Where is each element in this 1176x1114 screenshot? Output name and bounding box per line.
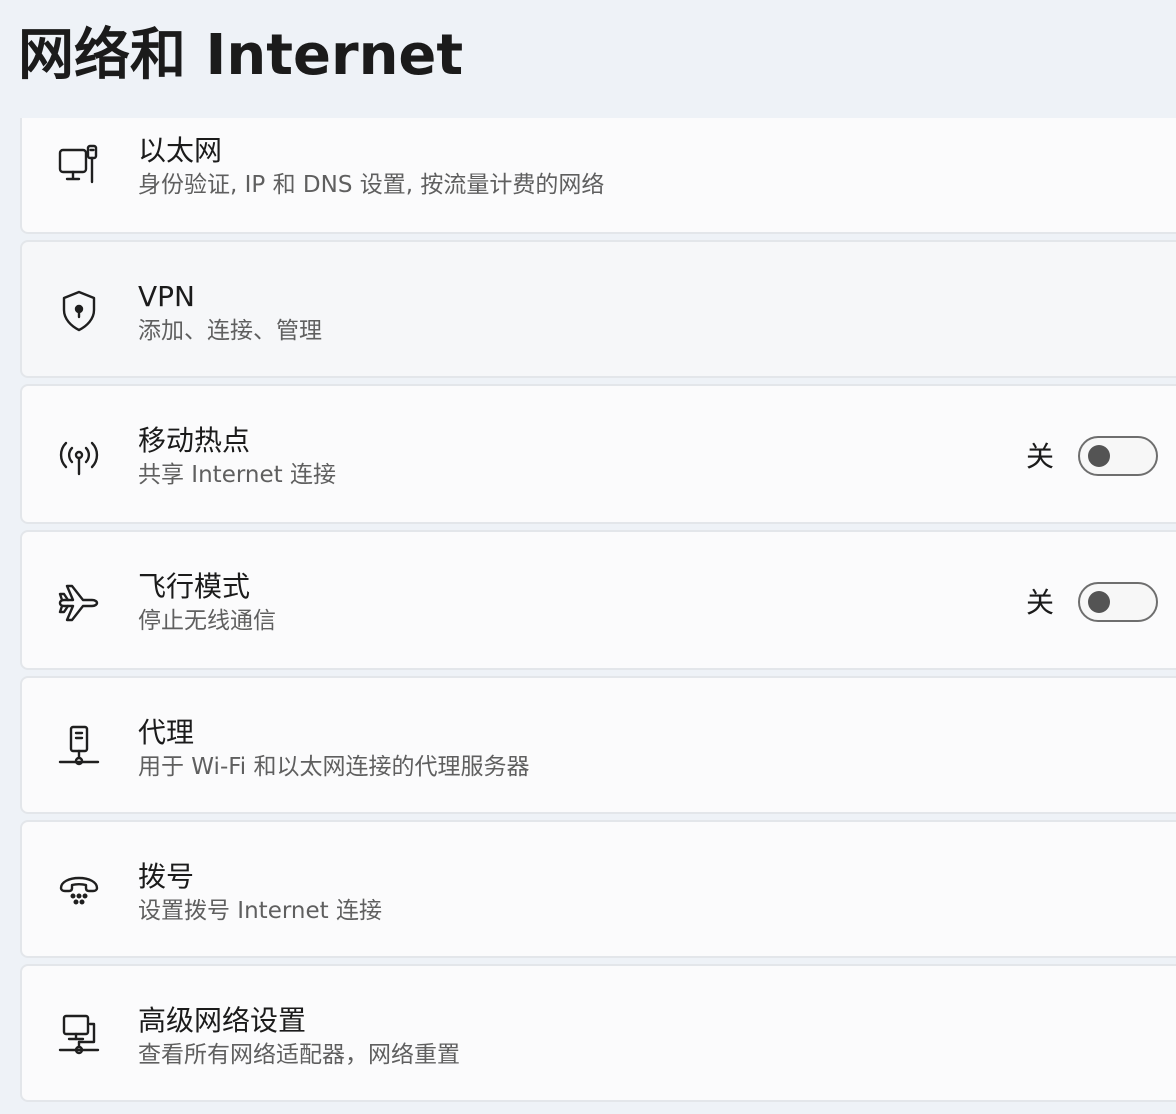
hotspot-toggle-state: 关 <box>1026 440 1055 473</box>
ethernet-icon <box>56 142 102 188</box>
setting-subtitle: 共享 Internet 连接 <box>138 462 336 488</box>
setting-subtitle: 设置拨号 Internet 连接 <box>138 898 382 924</box>
settings-list: 以太网 身份验证, IP 和 DNS 设置, 按流量计费的网络 VPN 添加、连… <box>0 0 1176 1114</box>
setting-title: 以太网 <box>138 134 223 167</box>
page-title: 网络和 Internet <box>18 23 464 88</box>
setting-title: 移动热点 <box>138 424 251 457</box>
setting-card-hotspot[interactable]: 移动热点 共享 Internet 连接 关 <box>20 384 1176 524</box>
vpn-shield-icon <box>56 288 102 334</box>
setting-title: 飞行模式 <box>138 570 251 603</box>
setting-subtitle: 用于 Wi-Fi 和以太网连接的代理服务器 <box>138 754 530 780</box>
dialup-icon <box>56 868 102 914</box>
setting-title: 高级网络设置 <box>138 1004 307 1037</box>
setting-card-proxy[interactable]: 代理 用于 Wi-Fi 和以太网连接的代理服务器 <box>20 676 1176 814</box>
setting-title: 拨号 <box>138 860 195 893</box>
setting-title: 代理 <box>138 716 195 749</box>
airplane-toggle-state: 关 <box>1026 586 1055 619</box>
setting-card-vpn[interactable]: VPN 添加、连接、管理 <box>20 240 1176 378</box>
setting-subtitle: 停止无线通信 <box>138 608 276 634</box>
setting-card-ethernet[interactable]: 以太网 身份验证, IP 和 DNS 设置, 按流量计费的网络 <box>20 118 1176 234</box>
setting-card-dialup[interactable]: 拨号 设置拨号 Internet 连接 <box>20 820 1176 958</box>
setting-subtitle: 查看所有网络适配器，网络重置 <box>138 1042 460 1068</box>
airplane-mode-toggle[interactable] <box>1078 582 1158 622</box>
proxy-icon <box>56 724 102 770</box>
setting-subtitle: 添加、连接、管理 <box>138 318 322 344</box>
airplane-icon <box>56 580 102 626</box>
hotspot-icon <box>56 434 102 480</box>
advanced-network-icon <box>56 1012 102 1058</box>
hotspot-toggle[interactable] <box>1078 436 1158 476</box>
setting-card-advanced-network[interactable]: 高级网络设置 查看所有网络适配器，网络重置 <box>20 964 1176 1102</box>
toggle-knob <box>1088 591 1110 613</box>
setting-subtitle: 身份验证, IP 和 DNS 设置, 按流量计费的网络 <box>138 172 605 198</box>
setting-title: VPN <box>138 280 195 313</box>
setting-card-airplane-mode[interactable]: 飞行模式 停止无线通信 关 <box>20 530 1176 670</box>
toggle-knob <box>1088 445 1110 467</box>
